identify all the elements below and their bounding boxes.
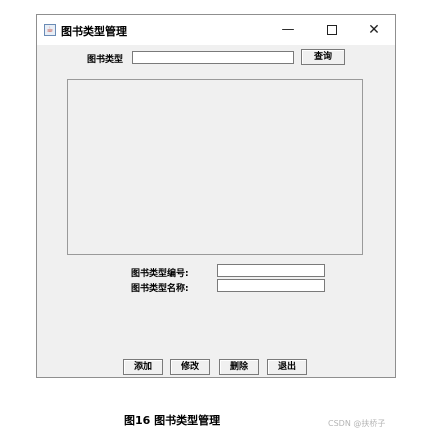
watermark: CSDN @扶桥子 [328,419,386,428]
close-button[interactable]: ✕ [363,21,385,39]
search-input[interactable] [132,51,294,64]
delete-button[interactable]: 删除 [219,359,259,375]
maximize-button[interactable] [321,21,343,39]
type-id-label: 图书类型编号: [131,269,189,279]
type-name-label: 图书类型名称: [131,284,189,294]
type-id-field[interactable] [217,264,325,277]
type-name-field[interactable] [217,279,325,292]
minimize-button[interactable]: — [277,21,299,39]
app-window: ☕ 图书类型管理 — ✕ 图书类型 查询 图书类型编号: 图书类型名称: 添加 … [36,14,396,378]
title-bar[interactable]: ☕ 图书类型管理 — ✕ [37,15,395,45]
search-label: 图书类型 [87,55,124,65]
window-title: 图书类型管理 [61,25,127,38]
java-app-icon: ☕ [44,24,56,36]
add-button[interactable]: 添加 [123,359,163,375]
maximize-icon [327,24,337,35]
search-button[interactable]: 查询 [301,49,345,65]
exit-button[interactable]: 退出 [267,359,307,375]
type-table[interactable] [67,79,363,255]
edit-button[interactable]: 修改 [170,359,210,375]
figure-caption: 图16 图书类型管理 [124,414,221,427]
